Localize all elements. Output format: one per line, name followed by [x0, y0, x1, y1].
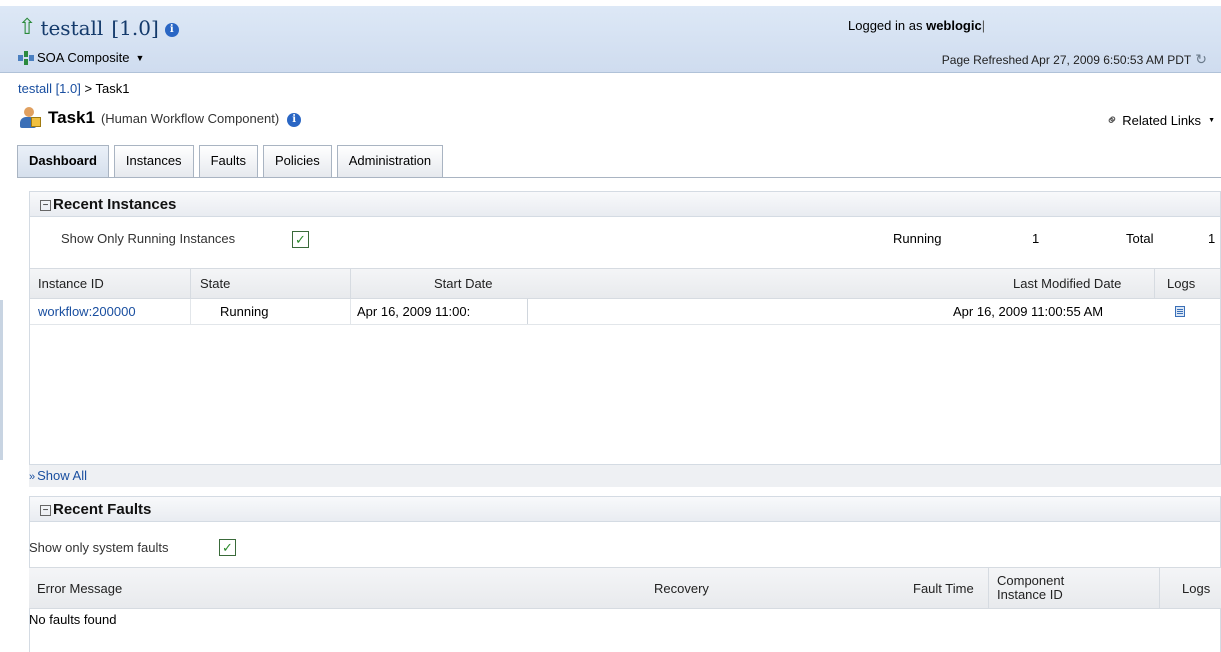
soa-composite-label: SOA Composite	[37, 50, 130, 65]
up-arrow-icon[interactable]: ⇧	[18, 16, 36, 38]
col-start-date[interactable]: Start Date	[434, 269, 493, 298]
recent-instances-panel: − Recent Instances Show Only Running Inst…	[29, 191, 1221, 465]
recent-instances-header[interactable]: − Recent Instances	[30, 192, 1220, 217]
refresh-icon[interactable]: ↻	[1195, 51, 1207, 68]
recent-instances-title: Recent Instances	[53, 196, 177, 213]
soa-composite-icon	[18, 50, 34, 65]
no-faults-message: No faults found	[29, 612, 117, 627]
tab-bar: Dashboard Instances Faults Policies Admi…	[17, 145, 444, 178]
col-fault-time[interactable]: Fault Time	[913, 568, 974, 608]
tab-instances[interactable]: Instances	[113, 145, 194, 177]
app-title-text: testall	[40, 16, 104, 40]
logged-in-status: Logged in as weblogic|	[848, 18, 986, 33]
app-header: ⇧ testall [1.0] i SOA Composite ▼ Logged…	[0, 6, 1221, 73]
app-title: ⇧ testall [1.0] i	[18, 16, 179, 40]
app-version: [1.0]	[111, 16, 159, 40]
col-component-instance-id[interactable]: Component Instance ID	[997, 568, 1064, 608]
col-logs[interactable]: Logs	[1167, 269, 1195, 298]
collapse-icon[interactable]: −	[40, 505, 51, 516]
show-only-running-label: Show Only Running Instances	[61, 231, 236, 246]
recent-faults-title: Recent Faults	[53, 501, 152, 518]
page-refreshed-text: Page Refreshed Apr 27, 2009 6:50:53 AM P…	[941, 52, 1192, 67]
show-only-system-checkbox[interactable]: ✓	[219, 539, 236, 556]
col-logs[interactable]: Logs	[1182, 568, 1210, 608]
instance-start-date: Apr 16, 2009 11:00:	[357, 304, 471, 319]
log-icon[interactable]	[1175, 299, 1185, 324]
show-all-bar: » Show All	[29, 465, 1221, 487]
tab-divider	[17, 177, 1221, 178]
page-refreshed-status: Page Refreshed Apr 27, 2009 6:50:53 AM P…	[942, 51, 1207, 68]
running-count: 1	[1032, 231, 1040, 246]
logged-in-user[interactable]: weblogic	[926, 18, 982, 33]
total-count: 1	[1208, 231, 1216, 246]
tab-policies[interactable]: Policies	[262, 145, 332, 177]
show-only-running-checkbox[interactable]: ✓	[292, 231, 309, 248]
tab-dashboard[interactable]: Dashboard	[17, 145, 109, 178]
running-label: Running	[893, 231, 942, 246]
instance-last-modified: Apr 16, 2009 11:00:55 AM	[953, 304, 1104, 319]
col-instance-id-label: Instance ID	[997, 587, 1063, 602]
component-title: Task1 (Human Workflow Component) i	[18, 107, 302, 129]
double-chevron-right-icon: »	[29, 471, 36, 483]
col-last-modified-date[interactable]: Last Modified Date	[1013, 269, 1121, 298]
component-name: Task1	[48, 108, 95, 127]
breadcrumb-separator: >	[84, 81, 93, 96]
col-error-message[interactable]: Error Message	[37, 568, 122, 608]
logged-in-prefix: Logged in as	[848, 18, 923, 33]
breadcrumb: testall [1.0] > Task1	[18, 81, 129, 96]
instance-id-link[interactable]: workflow:200000	[38, 299, 136, 324]
related-links-menu[interactable]: ⚭ Related Links ▼	[1102, 110, 1215, 131]
human-workflow-icon	[18, 107, 42, 129]
related-links-label: Related Links	[1122, 112, 1202, 128]
instances-filter-bar: Show Only Running Instances ✓ Running 1 …	[30, 218, 1220, 260]
faults-filter-bar: Show only system faults ✓	[0, 535, 400, 561]
instances-table-header: Instance ID State Start Date Last Modifi…	[30, 268, 1220, 299]
col-component-label: Component	[997, 573, 1065, 588]
show-all-link[interactable]: Show All	[37, 468, 87, 483]
instance-state: Running	[220, 304, 269, 319]
chevron-down-icon: ▼	[1208, 116, 1215, 124]
col-recovery[interactable]: Recovery	[654, 568, 709, 608]
breadcrumb-current: Task1	[95, 81, 130, 96]
total-label: Total	[1126, 231, 1154, 246]
soa-composite-menu[interactable]: SOA Composite ▼	[18, 50, 144, 65]
breadcrumb-link-testall[interactable]: testall [1.0]	[18, 81, 81, 96]
tab-administration[interactable]: Administration	[336, 145, 444, 177]
show-only-system-label: Show only system faults	[29, 540, 169, 555]
faults-table-header: Error Message Recovery Fault Time Compon…	[29, 567, 1221, 609]
tab-faults[interactable]: Faults	[198, 145, 258, 177]
component-type: (Human Workflow Component)	[100, 110, 280, 126]
table-row[interactable]: workflow:200000 Running Apr 16, 2009 11:…	[30, 299, 1220, 325]
recent-faults-header[interactable]: − Recent Faults	[30, 497, 1220, 522]
left-frame-edge	[0, 300, 3, 460]
col-state[interactable]: State	[200, 269, 230, 298]
info-icon[interactable]: i	[164, 23, 179, 37]
chevron-down-icon: ▼	[135, 52, 145, 63]
link-chain-icon: ⚭	[1101, 109, 1123, 131]
collapse-icon[interactable]: −	[40, 200, 51, 211]
col-instance-id[interactable]: Instance ID	[38, 269, 104, 298]
info-icon[interactable]: i	[287, 113, 302, 127]
